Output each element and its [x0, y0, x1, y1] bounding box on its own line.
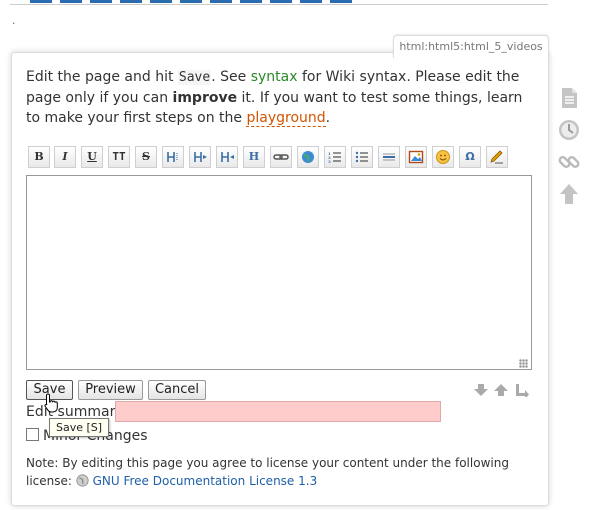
horizontal-rule-icon: [383, 153, 395, 161]
preview-button[interactable]: Preview: [78, 380, 143, 400]
signature-button[interactable]: [486, 146, 508, 168]
save-code: Save: [177, 70, 212, 85]
resize-grip-icon[interactable]: [519, 359, 528, 368]
shrink-editor-icon[interactable]: [474, 384, 488, 396]
external-link-button[interactable]: [297, 146, 319, 168]
license-globe-icon: [76, 474, 89, 487]
heading-lower-button[interactable]: [189, 146, 211, 168]
underline-button[interactable]: U: [81, 146, 103, 168]
link-icon: [273, 154, 289, 160]
editor-toolbar: B I U TT S H 123 Ω: [26, 146, 532, 168]
svg-text:3: 3: [328, 159, 331, 164]
strike-button[interactable]: S: [135, 146, 157, 168]
improve-text: improve: [172, 90, 238, 106]
image-icon: [408, 150, 424, 164]
backlinks-icon[interactable]: [557, 150, 581, 174]
unordered-list-button[interactable]: [351, 146, 373, 168]
unordered-list-icon: [355, 151, 368, 163]
special-chars-button[interactable]: Ω: [459, 146, 481, 168]
old-revisions-icon[interactable]: [557, 118, 581, 142]
license-note: Note: By editing this page you agree to …: [26, 454, 526, 490]
breadcrumb-dot: .: [12, 14, 16, 27]
edit-intro: Edit the page and hit Save. See syntax f…: [26, 67, 532, 128]
heading-same-button[interactable]: [162, 146, 184, 168]
wiki-text-editor[interactable]: [26, 175, 532, 370]
italic-button[interactable]: I: [54, 146, 76, 168]
back-to-top-icon[interactable]: [557, 182, 581, 206]
save-tooltip: Save [S]: [49, 418, 110, 437]
horizontal-rule-button[interactable]: [378, 146, 400, 168]
heading-higher-icon: [221, 152, 234, 162]
heading-higher-button[interactable]: [216, 146, 238, 168]
hand-cursor-icon: [44, 393, 58, 413]
intro-text: .: [325, 110, 331, 126]
bold-button[interactable]: B: [28, 146, 50, 168]
heading-lower-icon: [194, 152, 207, 162]
edit-summary-input[interactable]: [115, 401, 441, 422]
heading-menu-button[interactable]: H: [243, 146, 265, 168]
license-link[interactable]: GNU Free Documentation License 1.3: [93, 474, 318, 488]
link-button[interactable]: [270, 146, 292, 168]
intro-text: Edit the page and hit: [26, 69, 178, 85]
page-id-tab: html:html5:html_5_videos: [393, 35, 549, 58]
show-page-icon[interactable]: [557, 86, 581, 110]
intro-text: . See: [211, 69, 251, 85]
wrap-toggle-icon[interactable]: [516, 384, 529, 397]
top-links-row[interactable]: [30, 0, 360, 3]
top-divider: [10, 4, 548, 5]
grow-editor-icon[interactable]: [494, 384, 508, 396]
heading-same-icon: [167, 152, 178, 162]
globe-icon: [302, 151, 314, 163]
smiley-button[interactable]: [432, 146, 454, 168]
code-button[interactable]: TT: [108, 146, 130, 168]
cancel-button[interactable]: Cancel: [148, 380, 206, 400]
syntax-link[interactable]: syntax: [251, 69, 298, 85]
add-image-button[interactable]: [405, 146, 427, 168]
editor-size-controls[interactable]: [474, 383, 530, 397]
omega-icon: Ω: [465, 150, 475, 163]
minor-changes-checkbox[interactable]: [26, 428, 39, 441]
pen-icon: [490, 150, 503, 164]
ordered-list-button[interactable]: 123: [324, 146, 346, 168]
playground-link[interactable]: playground: [246, 110, 326, 127]
smiley-icon: [436, 150, 450, 164]
ordered-list-icon: 123: [328, 151, 341, 164]
